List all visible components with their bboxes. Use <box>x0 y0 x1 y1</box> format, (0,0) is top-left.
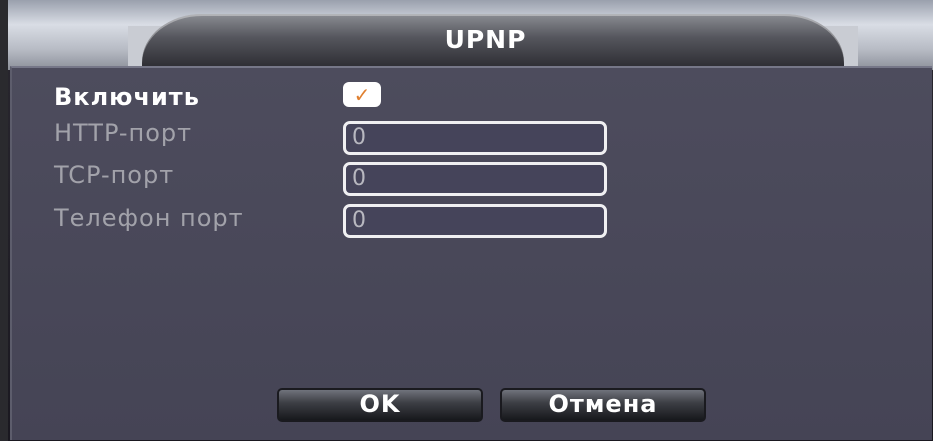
http-port-field[interactable]: 0 <box>343 121 607 155</box>
http-port-label: HTTP-порт <box>54 119 193 147</box>
phone-port-field[interactable]: 0 <box>343 204 607 238</box>
dialog-title: UPNP <box>444 25 527 54</box>
tcp-port-row: TCP-порт <box>54 158 174 192</box>
left-dark-edge <box>0 0 8 441</box>
enable-row: Включить <box>54 80 200 114</box>
http-port-row: HTTP-порт <box>54 116 192 150</box>
tcp-port-label: TCP-порт <box>54 161 175 189</box>
checkmark-icon: ✓ <box>353 82 371 107</box>
phone-port-row: Телефон порт <box>54 201 244 235</box>
enable-checkbox[interactable]: ✓ <box>343 82 381 107</box>
upnp-dialog-screen: UPNP Включить ✓ HTTP-порт 0 TCP-порт 0 Т… <box>0 0 933 441</box>
ok-button[interactable]: OK <box>277 388 483 422</box>
phone-port-label: Телефон порт <box>54 204 244 232</box>
tcp-port-field[interactable]: 0 <box>343 162 607 196</box>
enable-label: Включить <box>54 83 200 111</box>
cancel-button[interactable]: Отмена <box>500 388 706 422</box>
